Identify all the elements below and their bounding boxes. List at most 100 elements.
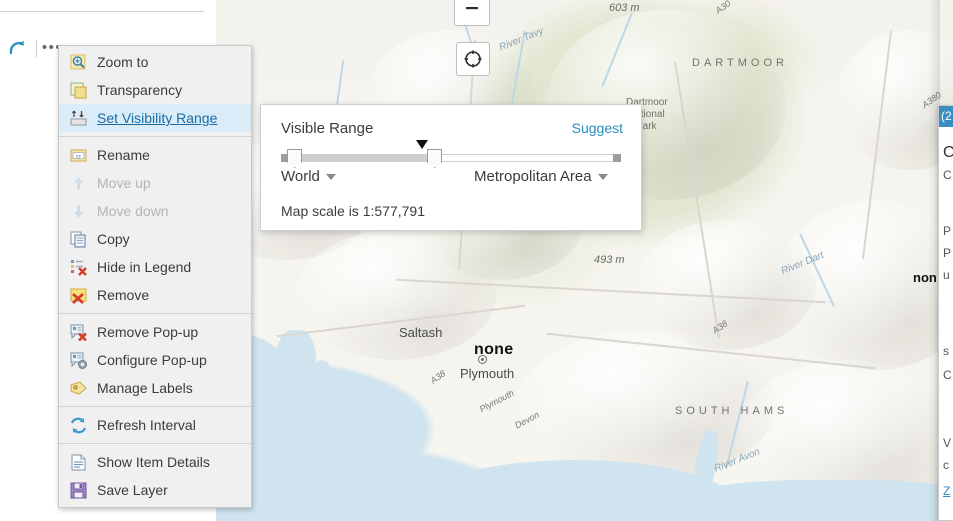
menu-separator <box>59 313 251 314</box>
menu-item-remove-pop-up[interactable]: Remove Pop-up <box>59 318 251 346</box>
item-details-icon <box>67 453 89 471</box>
rp-line: C <box>943 144 953 162</box>
range-min-label: World <box>281 168 320 185</box>
menu-item-save-layer[interactable]: Save Layer <box>59 476 251 504</box>
menu-item-label: Refresh Interval <box>97 417 196 433</box>
refresh-icon <box>70 417 86 433</box>
rp-line: V <box>943 436 952 450</box>
remove-popup-icon <box>67 323 89 341</box>
zoom-to-icon <box>70 54 85 69</box>
menu-item-label: Copy <box>97 231 130 247</box>
map-scale-text: Map scale is 1:577,791 <box>281 203 425 219</box>
menu-separator <box>59 443 251 444</box>
popup-title: Visible Range <box>281 120 374 137</box>
rename-icon: xy <box>67 146 89 164</box>
visible-range-popup[interactable]: Visible Range Suggest World Metropolitan… <box>260 104 642 231</box>
menu-item-label: Remove <box>97 287 150 303</box>
rp-line: s <box>943 344 949 358</box>
chevron-down-icon <box>325 173 336 180</box>
refresh-icon <box>67 416 89 434</box>
menu-item-label: Configure Pop-up <box>97 352 207 368</box>
rp-line: u <box>943 268 950 282</box>
menu-item-configure-pop-up[interactable]: Configure Pop-up <box>59 346 251 374</box>
visibility-range-icon <box>67 109 89 127</box>
menu-item-label: Manage Labels <box>97 380 193 396</box>
arrow-up-icon <box>67 174 89 192</box>
rp-line: C <box>943 168 952 182</box>
range-max-dropdown[interactable]: Metropolitan Area <box>474 168 608 185</box>
current-scale-marker <box>416 140 428 149</box>
menu-separator <box>59 136 251 137</box>
menu-item-set-visibility-range[interactable]: Set Visibility Range <box>59 104 251 132</box>
range-min-dropdown[interactable]: World <box>281 168 336 185</box>
menu-item-manage-labels[interactable]: Manage Labels <box>59 374 251 402</box>
menu-item-remove[interactable]: Remove <box>59 281 251 309</box>
transparency-icon <box>67 81 89 99</box>
menu-item-refresh-interval[interactable]: Refresh Interval <box>59 411 251 439</box>
menu-item-hide-in-legend[interactable]: Hide in Legend <box>59 253 251 281</box>
range-max-label: Metropolitan Area <box>474 168 592 185</box>
redo-arrow-icon <box>9 40 24 55</box>
configure-popup-icon <box>67 351 89 369</box>
zoom-out-button[interactable] <box>454 0 490 26</box>
slider-handle-min[interactable] <box>287 149 302 168</box>
redo-button[interactable] <box>0 35 34 61</box>
right-side-panel[interactable]: (2 C C P P u s C V c Z <box>938 105 953 521</box>
menu-item-label: Rename <box>97 147 150 163</box>
slider-cap-right <box>613 154 621 162</box>
rp-line: c <box>943 458 949 472</box>
minus-icon <box>466 7 478 10</box>
zoom-to-icon <box>67 53 89 71</box>
menu-item-label: Set Visibility Range <box>97 110 218 126</box>
layer-context-menu[interactable]: Zoom to Transparency Set Visibility Range x… <box>58 45 252 508</box>
menu-item-label: Hide in Legend <box>97 259 192 275</box>
remove-popup-icon <box>70 324 87 341</box>
visible-range-header: Visible Range Suggest <box>281 120 623 137</box>
rp-line: C <box>943 368 952 382</box>
manage-labels-icon <box>70 380 87 395</box>
home-extent-button[interactable] <box>456 42 490 76</box>
city-marker-plymouth <box>478 355 487 364</box>
visibility-range-slider[interactable] <box>281 140 621 169</box>
menu-item-label: Remove Pop-up <box>97 324 199 340</box>
menu-item-label: Transparency <box>97 82 183 98</box>
right-panel-tab[interactable]: (2 <box>939 106 953 127</box>
map-canvas[interactable]: DARTMOOR SOUTH HAMS Plymouth Saltash none 603… <box>216 0 953 521</box>
menu-item-copy[interactable]: Copy <box>59 225 251 253</box>
rp-line: P <box>943 246 952 260</box>
transparency-icon <box>70 82 86 98</box>
menu-item-label: Move down <box>97 203 169 219</box>
menu-item-rename[interactable]: xy Rename <box>59 141 251 169</box>
configure-popup-icon <box>70 352 87 369</box>
visibility-range-icon <box>70 110 86 125</box>
arrow-up-icon <box>73 176 83 190</box>
manage-labels-icon <box>67 379 89 397</box>
app-root: DARTMOOR SOUTH HAMS Plymouth Saltash none 603… <box>0 0 953 521</box>
menu-item-label: Show Item Details <box>97 454 210 470</box>
menu-item-label: Move up <box>97 175 151 191</box>
menu-item-label: Zoom to <box>97 54 149 70</box>
rp-link[interactable]: Z <box>943 484 953 498</box>
rp-line: P <box>943 224 952 238</box>
map-basemap <box>216 0 953 521</box>
copy-icon <box>67 230 89 248</box>
svg-text:xy: xy <box>75 153 81 159</box>
menu-item-transparency[interactable]: Transparency <box>59 76 251 104</box>
menu-item-zoom-to[interactable]: Zoom to <box>59 48 251 76</box>
hide-legend-icon <box>70 259 87 276</box>
remove-icon <box>67 286 89 304</box>
chevron-down-icon <box>597 173 608 180</box>
menu-separator <box>59 406 251 407</box>
item-details-icon <box>71 454 85 470</box>
menu-item-move-down: Move down <box>59 197 251 225</box>
compass-home-icon <box>464 50 482 68</box>
suggest-link[interactable]: Suggest <box>572 120 623 136</box>
menu-item-move-up: Move up <box>59 169 251 197</box>
remove-icon <box>70 288 86 304</box>
panel-divider <box>0 11 204 12</box>
slider-range-fill <box>281 154 433 162</box>
slider-handle-max[interactable] <box>427 149 442 168</box>
save-icon <box>67 481 89 499</box>
menu-item-show-item-details[interactable]: Show Item Details <box>59 448 251 476</box>
hide-legend-icon <box>67 258 89 276</box>
